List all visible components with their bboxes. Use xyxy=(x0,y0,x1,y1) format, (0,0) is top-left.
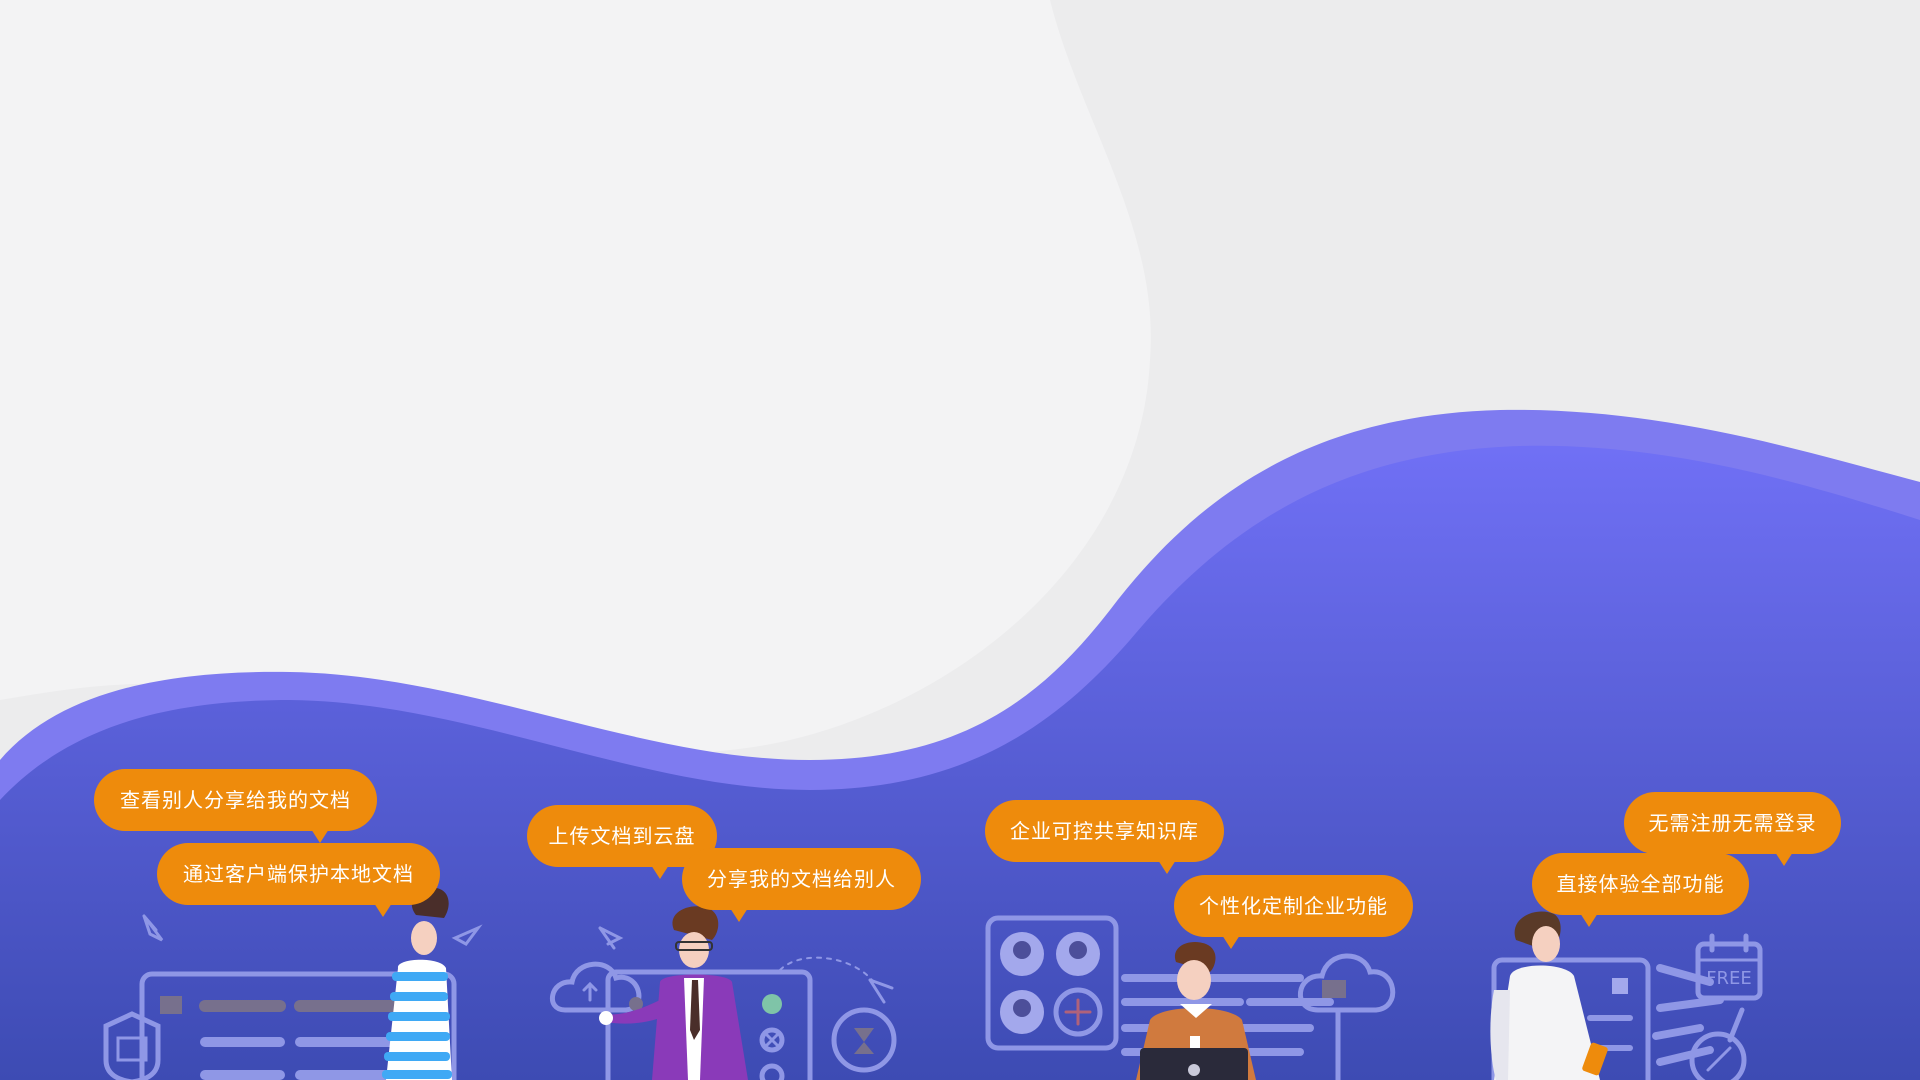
feature-bubble-share-docs: 分享我的文档给别人 xyxy=(682,848,921,922)
feature-bubble-no-register: 无需注册无需登录 xyxy=(1624,792,1841,866)
feature-bubble-view-shared-docs: 查看别人分享给我的文档 xyxy=(94,769,377,843)
folder-icon xyxy=(160,996,182,1014)
feature-bubble-full-experience: 直接体验全部功能 xyxy=(1532,853,1749,927)
background-wave: FREE xyxy=(0,0,1920,1080)
free-badge-icon: FREE xyxy=(1706,968,1752,989)
feature-bubble-custom-features: 个性化定制企业功能 xyxy=(1174,875,1413,949)
feature-bubble-upload-cloud: 上传文档到云盘 xyxy=(527,805,717,879)
feature-bubble-enterprise-knowledge: 企业可控共享知识库 xyxy=(985,800,1224,874)
feature-bubble-protect-local-docs: 通过客户端保护本地文档 xyxy=(157,843,440,917)
